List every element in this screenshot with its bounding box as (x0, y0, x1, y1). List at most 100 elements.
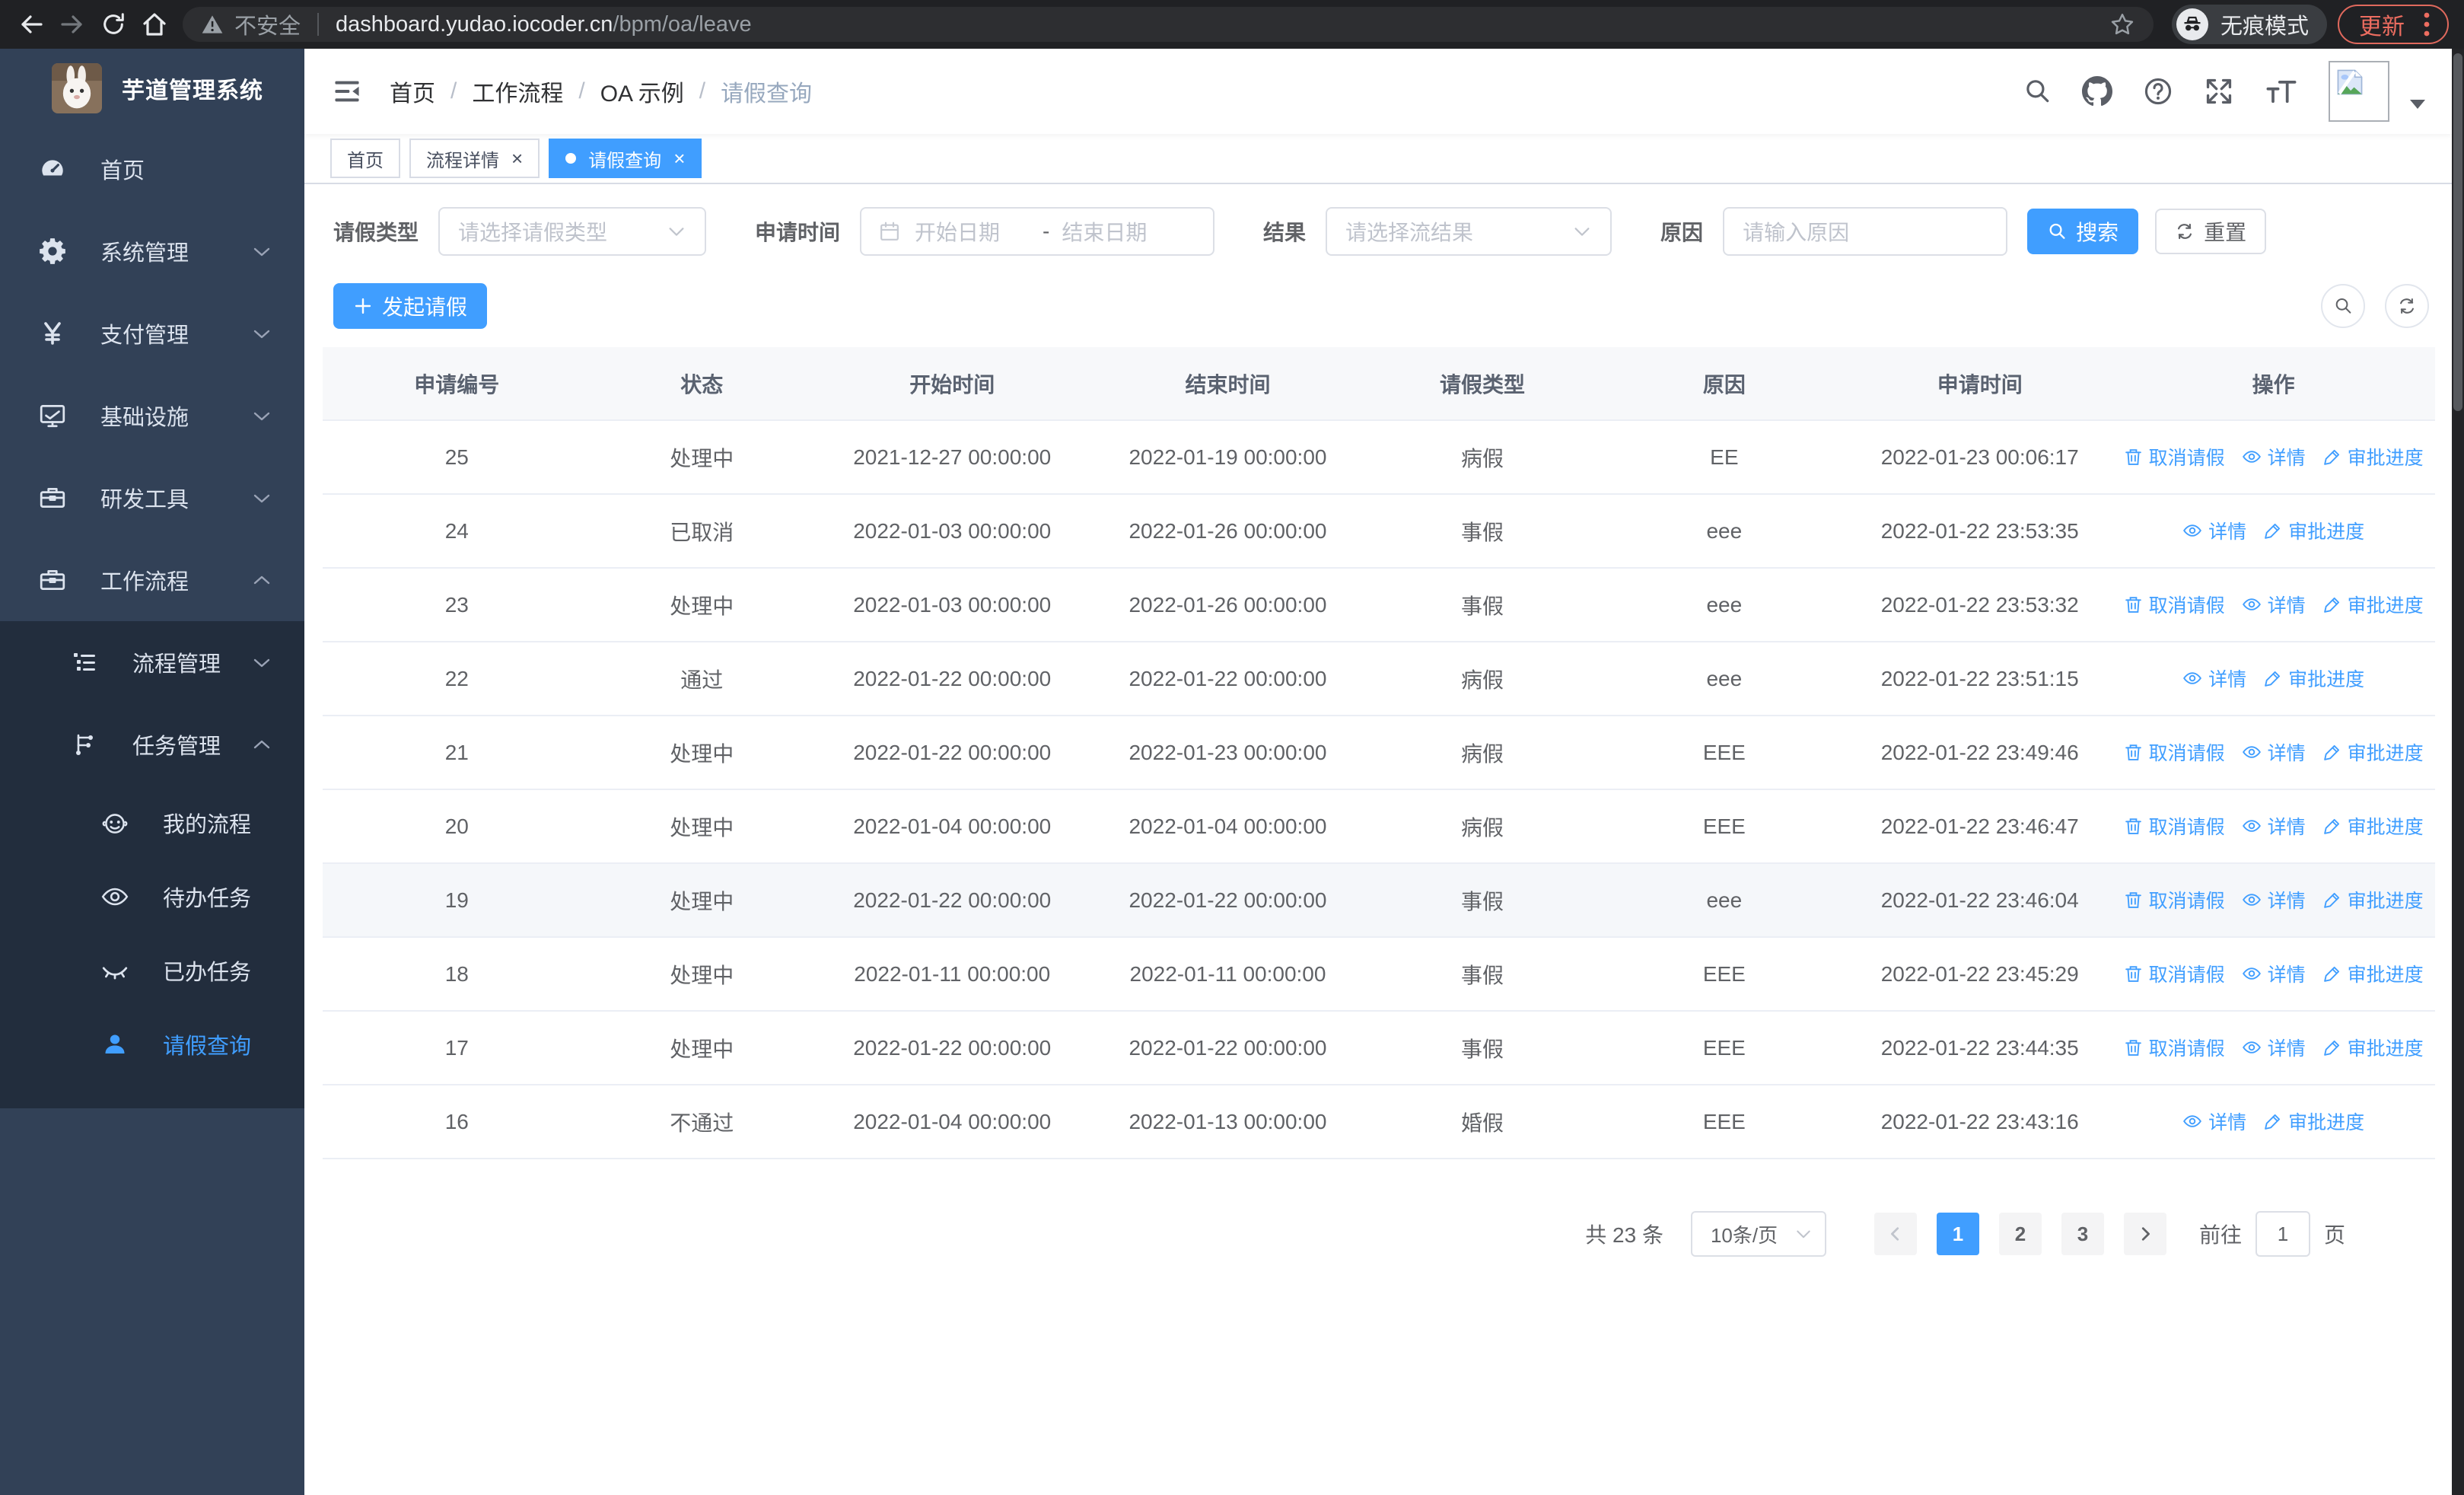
page-button-1[interactable]: 1 (1936, 1213, 1979, 1255)
sidebar-item-5[interactable]: 工作流程 (0, 539, 304, 621)
reason-input[interactable]: 请输入原因 (1723, 207, 2008, 256)
browser-update-button[interactable]: 更新 (2338, 5, 2449, 44)
detail-link[interactable]: 详情 (2182, 665, 2246, 692)
sidebar-item-7[interactable]: 任务管理 (0, 703, 304, 786)
user-icon (97, 1031, 132, 1058)
approval-progress-link[interactable]: 审批进度 (2263, 517, 2364, 544)
sidebar-item-6[interactable]: 流程管理 (0, 621, 304, 703)
tab-leave-query[interactable]: 请假查询 × (549, 139, 702, 178)
approval-progress-link[interactable]: 审批进度 (2322, 738, 2424, 766)
address-bar[interactable]: 不安全 dashboard.yudao.iocoder.cn /bpm/oa/l… (183, 7, 2154, 42)
reset-button[interactable]: 重置 (2155, 209, 2267, 254)
app-title: 芋道管理系统 (122, 78, 263, 104)
sidebar-item-2[interactable]: 支付管理 (0, 292, 304, 375)
font-size-icon[interactable] (2265, 76, 2298, 107)
approval-progress-link[interactable]: 审批进度 (2263, 1108, 2364, 1135)
detail-link[interactable]: 详情 (2242, 812, 2306, 840)
approval-progress-link[interactable]: 审批进度 (2263, 665, 2364, 692)
detail-link[interactable]: 详情 (2182, 517, 2246, 544)
sidebar-item-8[interactable]: 我的流程 (0, 786, 304, 859)
sidebar-item-3[interactable]: 基础设施 (0, 375, 304, 457)
github-icon[interactable] (2082, 76, 2112, 107)
browser-home-button[interactable] (134, 4, 175, 45)
page-size-select[interactable]: 10条/页 (1690, 1211, 1826, 1257)
date-end-placeholder: 结束日期 (1062, 221, 1148, 244)
sidebar-item-4[interactable]: 研发工具 (0, 457, 304, 539)
browser-forward-button[interactable] (52, 4, 93, 45)
detail-link[interactable]: 详情 (2242, 443, 2306, 470)
leave-type-select[interactable]: 请选择请假类型 (438, 207, 707, 256)
table-toolbar: 发起请假 (333, 283, 2429, 329)
window-scrollbar[interactable] (2452, 49, 2464, 1495)
search-icon[interactable] (2023, 77, 2052, 106)
tab-home[interactable]: 首页 (330, 139, 400, 178)
detail-link[interactable]: 详情 (2242, 886, 2306, 913)
column-header: 结束时间 (1091, 347, 1364, 421)
browser-back-button[interactable] (11, 4, 52, 45)
user-avatar[interactable] (2329, 61, 2389, 122)
tab-close-icon[interactable]: × (511, 148, 523, 168)
cell-actions: 详情 审批进度 (2112, 1085, 2435, 1159)
detail-link[interactable]: 详情 (2242, 1034, 2306, 1061)
sidebar-item-9[interactable]: 待办任务 (0, 859, 304, 933)
page-button-3[interactable]: 3 (2061, 1213, 2104, 1255)
cell-actions: 取消请假 详情 审批进度 (2112, 568, 2435, 642)
cancel-leave-link[interactable]: 取消请假 (2124, 1034, 2225, 1061)
approval-progress-link[interactable]: 审批进度 (2322, 1034, 2424, 1061)
column-header: 原因 (1600, 347, 1848, 421)
sidebar-item-11[interactable]: 请假查询 (0, 1007, 304, 1081)
sidebar-item-label: 请假查询 (163, 1034, 252, 1059)
prev-page-button[interactable] (1873, 1213, 1917, 1255)
chevron-down-icon[interactable] (2409, 98, 2426, 110)
tab-close-icon[interactable]: × (673, 148, 685, 168)
approval-progress-link[interactable]: 审批进度 (2322, 443, 2424, 470)
detail-link[interactable]: 详情 (2242, 738, 2306, 766)
cancel-leave-link[interactable]: 取消请假 (2124, 443, 2225, 470)
approval-progress-link[interactable]: 审批进度 (2322, 812, 2424, 840)
cell-end: 2022-01-04 00:00:00 (1091, 789, 1364, 864)
fullscreen-icon[interactable] (2204, 76, 2234, 107)
goto-page-input[interactable]: 1 (2255, 1211, 2310, 1257)
approval-progress-link[interactable]: 审批进度 (2322, 591, 2424, 618)
chevron-down-icon (669, 228, 684, 236)
cancel-leave-link[interactable]: 取消请假 (2124, 812, 2225, 840)
back-arrow-icon (21, 15, 43, 33)
help-icon[interactable] (2143, 76, 2173, 107)
cancel-leave-link[interactable]: 取消请假 (2124, 738, 2225, 766)
next-page-button[interactable] (2123, 1213, 2166, 1255)
apply-time-range-picker[interactable]: 开始日期 - 结束日期 (860, 207, 1215, 256)
detail-link[interactable]: 详情 (2242, 591, 2306, 618)
page-button-2[interactable]: 2 (1998, 1213, 2042, 1255)
sidebar-item-0[interactable]: 首页 (0, 128, 304, 210)
breadcrumb-workflow[interactable]: 工作流程 (472, 75, 563, 108)
cell-end: 2022-01-19 00:00:00 (1091, 420, 1364, 495)
approval-progress-link[interactable]: 审批进度 (2322, 960, 2424, 987)
sidebar-collapse-icon[interactable] (332, 76, 362, 107)
tags-view-bar: 首页 流程详情 × 请假查询 × (304, 134, 2452, 184)
create-leave-button[interactable]: 发起请假 (333, 283, 488, 329)
scrollbar-thumb[interactable] (2453, 53, 2462, 411)
browser-menu-icon[interactable] (2421, 11, 2432, 37)
cancel-leave-link[interactable]: 取消请假 (2124, 886, 2225, 913)
search-button[interactable]: 搜索 (2027, 209, 2139, 254)
breadcrumb: 首页 / 工作流程 / OA 示例 / 请假查询 (390, 75, 812, 108)
breadcrumb-home[interactable]: 首页 (390, 75, 435, 108)
result-select[interactable]: 请选择流结果 (1326, 207, 1612, 256)
toggle-search-button[interactable] (2321, 284, 2365, 328)
cell-start: 2022-01-22 00:00:00 (813, 863, 1092, 938)
bookmark-star-button[interactable] (2109, 11, 2135, 37)
detail-link[interactable]: 详情 (2182, 1108, 2246, 1135)
security-status[interactable]: 不安全 (201, 8, 301, 40)
sidebar-item-10[interactable]: 已办任务 (0, 933, 304, 1007)
sidebar-item-1[interactable]: 系统管理 (0, 210, 304, 292)
detail-link[interactable]: 详情 (2242, 960, 2306, 987)
cancel-leave-link[interactable]: 取消请假 (2124, 960, 2225, 987)
app-logo-row[interactable]: 芋道管理系统 (0, 49, 304, 128)
breadcrumb-oa-example[interactable]: OA 示例 (600, 75, 684, 108)
tab-process-detail[interactable]: 流程详情 × (409, 139, 540, 178)
approval-progress-link[interactable]: 审批进度 (2322, 886, 2424, 913)
cancel-leave-link[interactable]: 取消请假 (2124, 591, 2225, 618)
pagination: 共 23 条 10条/页 123 前往 1 页 (304, 1211, 2452, 1257)
browser-refresh-button[interactable] (93, 4, 134, 45)
refresh-table-button[interactable] (2385, 284, 2429, 328)
